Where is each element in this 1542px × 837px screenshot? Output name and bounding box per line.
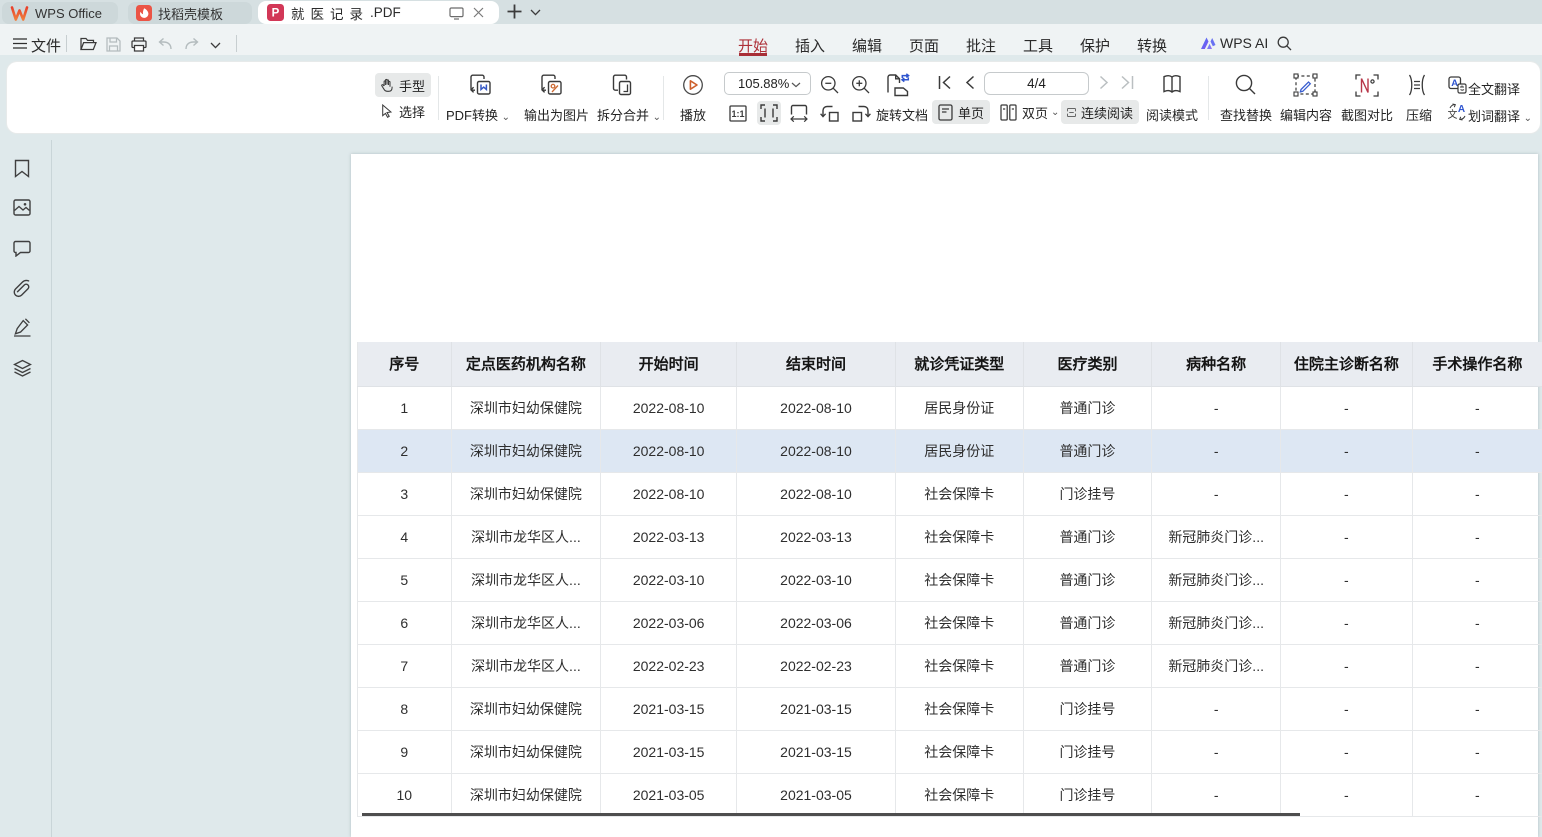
svg-text:A: A [1458, 104, 1465, 115]
svg-text:文: 文 [1448, 108, 1458, 121]
svg-text:A: A [1451, 78, 1458, 89]
svg-text:P: P [272, 8, 280, 20]
svg-text:1:1: 1:1 [731, 109, 744, 119]
